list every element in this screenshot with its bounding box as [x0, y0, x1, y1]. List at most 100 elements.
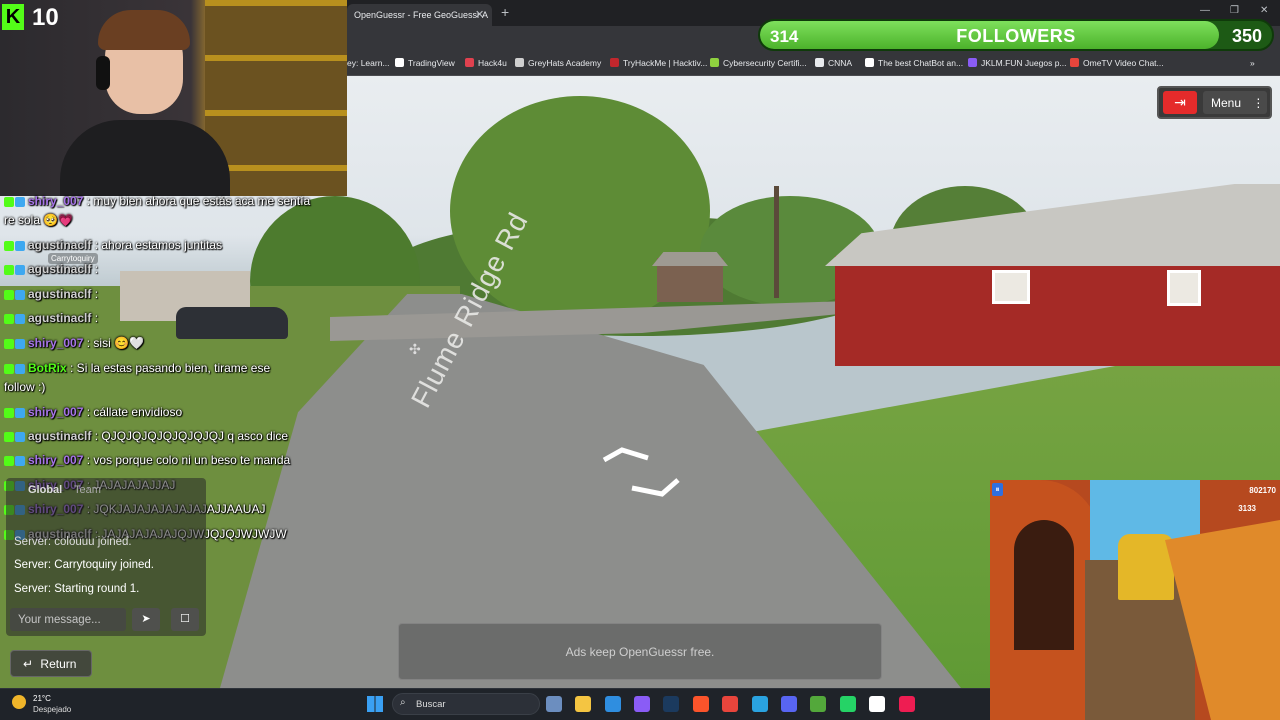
new-tab-icon[interactable]: + — [501, 4, 509, 20]
store-icon[interactable] — [634, 696, 650, 712]
minimize-icon[interactable]: — — [1200, 5, 1210, 16]
chat-text: : muy bien ahora que estás aca me sentía — [86, 194, 311, 208]
user-badge-icon — [4, 455, 26, 469]
bookmark-item[interactable]: OmeTV Video Chat... — [1070, 58, 1164, 68]
chat-message: agustinaclf : — [4, 311, 98, 327]
shed-roof — [652, 252, 728, 266]
hack4u-icon — [465, 58, 474, 67]
chat-username[interactable]: agustinaclf — [28, 238, 91, 252]
bookmark-item[interactable]: GreyHats Academy — [515, 58, 601, 68]
tradingview-icon — [395, 58, 404, 67]
discord-icon[interactable] — [781, 696, 797, 712]
tunnel-arch — [1014, 520, 1074, 650]
chat-text: : — [94, 311, 99, 325]
send-icon: ➤ — [141, 613, 151, 625]
tab-team[interactable]: Team — [74, 484, 101, 496]
user-badge-icon — [4, 431, 26, 445]
chat-username[interactable]: agustinaclf — [28, 429, 91, 443]
pause-icon[interactable]: ⏸ — [992, 483, 1003, 496]
server-message: Server: Carrytoquiry joined. — [14, 559, 154, 571]
bookmark-label: GreyHats Academy — [528, 58, 602, 68]
bookmark-item[interactable]: Hack4u — [465, 58, 507, 68]
chrome-icon[interactable] — [722, 696, 738, 712]
bookmark-item[interactable]: The best ChatBot an... — [865, 58, 963, 68]
windows-start-icon[interactable] — [367, 696, 383, 712]
message-input[interactable] — [10, 608, 126, 631]
minecraft-icon[interactable] — [810, 696, 826, 712]
bookmark-item[interactable]: ey: Learn... — [347, 58, 390, 68]
more-bookmarks-icon[interactable]: » — [1250, 58, 1255, 68]
chat-message: BotRix : Si la estas pasando bien, tiram… — [4, 361, 270, 377]
taskbar-search[interactable] — [392, 693, 540, 715]
user-badge-icon — [4, 196, 26, 210]
chat-message: shiry_007 : cállate envidioso — [4, 405, 182, 421]
bookmark-item[interactable]: CNNA — [815, 58, 852, 68]
streamer-body — [60, 120, 230, 196]
game-score: 802170 — [1249, 486, 1276, 495]
return-icon: ↵ — [23, 657, 34, 671]
tryhackme-icon — [610, 58, 619, 67]
chat-text: : QJQJQJQJQJQJQJQJ q asco dice — [94, 429, 289, 443]
train — [1118, 534, 1174, 600]
telegram-icon[interactable] — [752, 696, 768, 712]
ad-placeholder: Ads keep OpenGuessr free. — [398, 623, 882, 680]
chat-username[interactable]: shiry_007 — [28, 453, 83, 467]
chat-bubble-icon: ☐ — [180, 613, 190, 625]
server-message: Server: Starting round 1. — [14, 583, 140, 595]
close-tab-icon[interactable]: ✕ — [475, 8, 484, 21]
chat-username[interactable]: shiry_007 — [28, 405, 83, 419]
file-explorer-icon[interactable] — [575, 696, 591, 712]
whatsapp-icon[interactable] — [840, 696, 856, 712]
bookmark-item[interactable]: JKLM.FUN Juegos p... — [968, 58, 1067, 68]
bookmark-item[interactable]: TradingView — [395, 58, 455, 68]
widgets-icon[interactable] — [546, 696, 562, 712]
cursor-crosshair-icon: ✣ — [409, 341, 421, 357]
menu-label: Menu — [1211, 96, 1242, 110]
return-button[interactable]: ↵ Return — [10, 650, 92, 677]
chat-message: agustinaclf : — [4, 262, 98, 278]
bookmark-label: ey: Learn... — [347, 58, 390, 68]
bookmark-item[interactable]: Cybersecurity Certifi... — [710, 58, 807, 68]
game-coins: 3133 — [1238, 504, 1256, 513]
chat-username[interactable]: shiry_007 — [28, 336, 83, 350]
close-window-icon[interactable]: ✕ — [1260, 5, 1268, 16]
emote-button[interactable]: ☐ — [171, 608, 199, 631]
kick-logo: K — [2, 4, 24, 30]
chat-username[interactable]: agustinaclf — [28, 287, 91, 301]
browser-tab[interactable]: OpenGuessr - Free GeoGuessr A ✕ — [347, 4, 492, 26]
menu-button[interactable]: Menu ⋮ — [1203, 91, 1267, 114]
send-message-button[interactable]: ➤ — [132, 608, 160, 631]
chat-text: : ahora estamos juntitas — [94, 238, 223, 252]
follower-goal-label: FOLLOWERS — [956, 26, 1076, 46]
weather-temperature: 21°C — [33, 694, 51, 703]
chat-text: : sisi 😊🤍 — [86, 336, 144, 350]
notion-icon[interactable] — [869, 696, 885, 712]
bookmark-label: CNNA — [828, 58, 853, 68]
vscode-icon[interactable] — [605, 696, 621, 712]
user-badge-icon — [4, 240, 26, 254]
bookmark-item[interactable]: TryHackMe | Hacktiv... — [610, 58, 707, 68]
brave-icon[interactable] — [693, 696, 709, 712]
chat-message: agustinaclf : ahora estamos juntitas — [4, 238, 222, 254]
exit-game-button[interactable]: ⇥ — [1163, 91, 1197, 114]
chat-username[interactable]: shiry_007 — [28, 194, 83, 208]
server-message: Server: colouuu joined. — [14, 536, 132, 548]
barn-window — [992, 270, 1030, 304]
tiktok-icon[interactable] — [899, 696, 915, 712]
bookmarks-bar: ey: Learn... TradingView Hack4u GreyHats Ac… — [347, 50, 1280, 76]
maximize-icon[interactable]: ❐ — [1230, 5, 1239, 16]
kebab-menu-icon: ⋮ — [1252, 96, 1265, 110]
chat-username[interactable]: agustinaclf — [28, 311, 91, 325]
folder-icon — [815, 58, 824, 67]
chat-message: re sola 🥺💗 — [4, 213, 73, 227]
user-badge-icon — [4, 313, 26, 327]
chat-text: : cállate envidioso — [86, 405, 183, 419]
move-arrow-icon[interactable] — [596, 446, 686, 498]
chat-text: : — [94, 287, 99, 301]
chat-username[interactable]: BotRix — [28, 361, 67, 375]
chat-username[interactable]: agustinaclf — [28, 262, 91, 276]
weather-icon — [12, 695, 26, 709]
parked-car — [176, 307, 288, 339]
tab-global[interactable]: Global — [28, 484, 62, 496]
steam-icon[interactable] — [663, 696, 679, 712]
